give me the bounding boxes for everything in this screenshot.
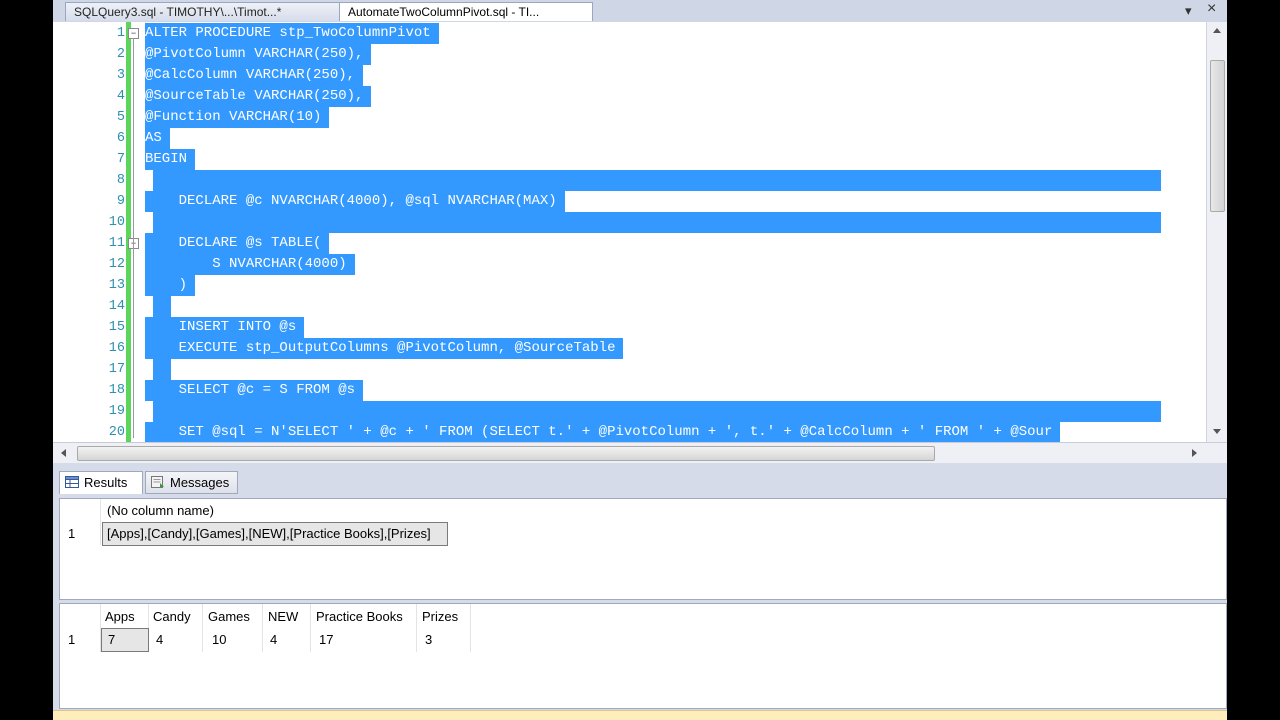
code-line[interactable]: @Function VARCHAR(10)	[145, 107, 330, 128]
line-number: 8	[116, 173, 125, 188]
outline-guide	[133, 38, 134, 438]
tab-messages[interactable]: Messages	[145, 471, 238, 494]
tab-messages-label: Messages	[170, 475, 230, 490]
column-header-apps[interactable]: Apps	[105, 609, 135, 624]
column-divider	[416, 604, 417, 652]
column-header-practice-books[interactable]: Practice Books	[316, 609, 403, 624]
line-number: 2	[116, 47, 125, 62]
scroll-down-arrow-icon[interactable]	[1212, 428, 1222, 436]
column-header-games[interactable]: Games	[208, 609, 250, 624]
line-number: 13	[108, 278, 125, 293]
horizontal-scroll-thumb[interactable]	[77, 446, 935, 461]
tab-results[interactable]: Results	[59, 471, 143, 494]
scroll-left-arrow-icon[interactable]	[59, 448, 67, 458]
line-number: 18	[108, 383, 125, 398]
code-line[interactable]	[153, 170, 1161, 191]
scroll-right-arrow-icon[interactable]	[1191, 448, 1199, 458]
code-line[interactable]: ALTER PROCEDURE stp_TwoColumnPivot	[145, 23, 439, 44]
line-number: 16	[108, 341, 125, 356]
line-number: 4	[116, 89, 125, 104]
line-number: 10	[108, 215, 125, 230]
code-line[interactable]	[153, 212, 1161, 233]
line-number: 3	[116, 68, 125, 83]
line-number: 6	[116, 131, 125, 146]
tab-list-dropdown-icon[interactable]: ▾	[1185, 3, 1192, 19]
column-divider	[262, 604, 263, 652]
code-line[interactable]: SELECT @c = S FROM @s	[145, 380, 364, 401]
line-number: 11	[108, 236, 125, 251]
results-tab-strip: Results Messages	[53, 468, 1227, 496]
row-number[interactable]: 1	[68, 526, 75, 541]
ssms-window: SQLQuery3.sql - TIMOTHY\...\Timot...* Au…	[53, 0, 1227, 720]
cell-practice-books[interactable]: 17	[319, 632, 333, 647]
code-line[interactable]	[153, 359, 171, 380]
cell-new[interactable]: 4	[270, 632, 277, 647]
column-header-prizes[interactable]: Prizes	[422, 609, 458, 624]
cell-games[interactable]: 10	[212, 632, 226, 647]
cell-candy[interactable]: 4	[156, 632, 163, 647]
horizontal-scrollbar[interactable]	[53, 442, 1227, 463]
code-line[interactable]: EXECUTE stp_OutputColumns @PivotColumn, …	[145, 338, 624, 359]
line-number: 9	[116, 194, 125, 209]
result-grid-2[interactable]: Apps Candy Games NEW Practice Books Priz…	[59, 603, 1227, 709]
grid-icon	[65, 476, 79, 488]
cell-columns-list[interactable]: [Apps],[Candy],[Games],[NEW],[Practice B…	[107, 526, 431, 541]
code-line[interactable]: AS	[145, 128, 170, 149]
line-number: 12	[108, 257, 125, 272]
code-line[interactable]	[153, 296, 171, 317]
line-number: 20	[108, 425, 125, 440]
code-line[interactable]: )	[145, 275, 196, 296]
column-header-new[interactable]: NEW	[268, 609, 298, 624]
column-header-candy[interactable]: Candy	[153, 609, 191, 624]
code-line[interactable]: DECLARE @s TABLE(	[145, 233, 330, 254]
tab-automate-two-column-pivot[interactable]: AutomateTwoColumnPivot.sql - TI...	[339, 2, 593, 21]
code-line[interactable]: @SourceTable VARCHAR(250),	[145, 86, 372, 107]
tab-results-label: Results	[84, 475, 128, 490]
line-number: 15	[108, 320, 125, 335]
status-bar	[53, 710, 1227, 720]
cell-prizes[interactable]: 3	[425, 632, 432, 647]
grid-row-header-divider	[100, 499, 101, 545]
sql-editor[interactable]: 1 2 3 4 5 6 7 8 9 10 11 12 13 14 15 16 17 18 19 20 ALTER PR…	[53, 22, 1227, 442]
line-number: 17	[108, 362, 125, 377]
scroll-up-arrow-icon[interactable]	[1212, 26, 1222, 34]
column-divider	[310, 604, 311, 652]
result-grid-1[interactable]: (No column name) 1 [Apps],[Candy],[Games…	[59, 498, 1227, 600]
document-tab-bar: SQLQuery3.sql - TIMOTHY\...\Timot...* Au…	[53, 0, 1227, 23]
line-number: 14	[108, 299, 125, 314]
line-number: 1	[116, 26, 125, 41]
line-number: 7	[116, 152, 125, 167]
column-divider	[470, 604, 471, 652]
cell-apps[interactable]: 7	[108, 632, 115, 647]
code-line[interactable]: S NVARCHAR(4000)	[145, 254, 355, 275]
change-tracking-bar	[126, 22, 131, 442]
row-number[interactable]: 1	[68, 632, 75, 647]
tab-label: AutomateTwoColumnPivot.sql - TI...	[348, 5, 540, 19]
line-number: 19	[108, 404, 125, 419]
column-divider	[202, 604, 203, 652]
line-number-gutter: 1 2 3 4 5 6 7 8 9 10 11 12 13 14 15 16 17 18 19 20	[53, 22, 145, 442]
code-line[interactable]: @PivotColumn VARCHAR(250),	[145, 44, 372, 65]
vertical-scroll-thumb[interactable]	[1210, 60, 1225, 212]
code-line[interactable]: INSERT INTO @s	[145, 317, 305, 338]
messages-icon	[151, 476, 164, 488]
column-header-no-column-name[interactable]: (No column name)	[107, 503, 214, 518]
tab-sqlquery3[interactable]: SQLQuery3.sql - TIMOTHY\...\Timot...*	[65, 2, 341, 21]
code-line[interactable]: DECLARE @c NVARCHAR(4000), @sql NVARCHAR…	[145, 191, 565, 212]
close-tab-icon[interactable]: ×	[1207, 0, 1216, 18]
vertical-scrollbar[interactable]	[1206, 22, 1227, 442]
code-line[interactable]	[153, 401, 1161, 422]
code-line[interactable]: @CalcColumn VARCHAR(250),	[145, 65, 364, 86]
code-line[interactable]: BEGIN	[145, 149, 196, 170]
tab-label: SQLQuery3.sql - TIMOTHY\...\Timot...*	[74, 5, 282, 19]
code-line[interactable]: SET @sql = N'SELECT ' + @c + ' FROM (SEL…	[145, 422, 1061, 442]
code-area[interactable]: ALTER PROCEDURE stp_TwoColumnPivot @Pivot…	[145, 22, 1207, 442]
line-number: 5	[116, 110, 125, 125]
